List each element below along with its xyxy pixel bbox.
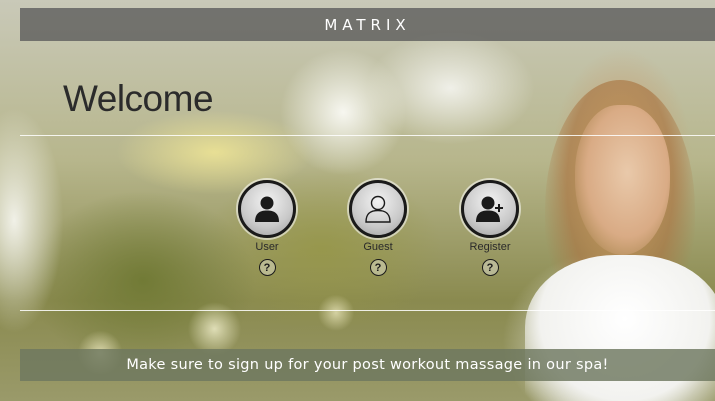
user-label: User: [255, 241, 279, 253]
user-solid-icon: [255, 196, 279, 222]
login-option-user: User ?: [227, 180, 307, 276]
register-button[interactable]: [461, 180, 519, 238]
guest-button[interactable]: [349, 180, 407, 238]
brand-logo: MATRIX: [324, 15, 411, 34]
guest-label: Guest: [363, 241, 393, 253]
divider-bottom: [20, 310, 715, 311]
user-help-icon[interactable]: ?: [258, 259, 276, 276]
page-title: Welcome: [63, 78, 214, 119]
message-banner: Make sure to sign up for your post worko…: [20, 349, 715, 381]
login-option-register: Register ?: [450, 180, 530, 276]
banner-message: Make sure to sign up for your post worko…: [126, 357, 609, 373]
divider-top: [20, 135, 715, 136]
register-label: Register: [469, 241, 511, 253]
user-add-icon: [476, 196, 503, 222]
register-help-icon[interactable]: ?: [481, 259, 499, 276]
welcome-screen: MATRIX Welcome User ? Guest ? Register ?…: [0, 0, 715, 401]
user-outline-icon: [365, 195, 391, 223]
background-portrait-face: [575, 105, 670, 255]
login-option-guest: Guest ?: [338, 180, 418, 276]
guest-help-icon[interactable]: ?: [369, 259, 387, 276]
user-button[interactable]: [238, 180, 296, 238]
top-bar: MATRIX: [20, 8, 715, 41]
